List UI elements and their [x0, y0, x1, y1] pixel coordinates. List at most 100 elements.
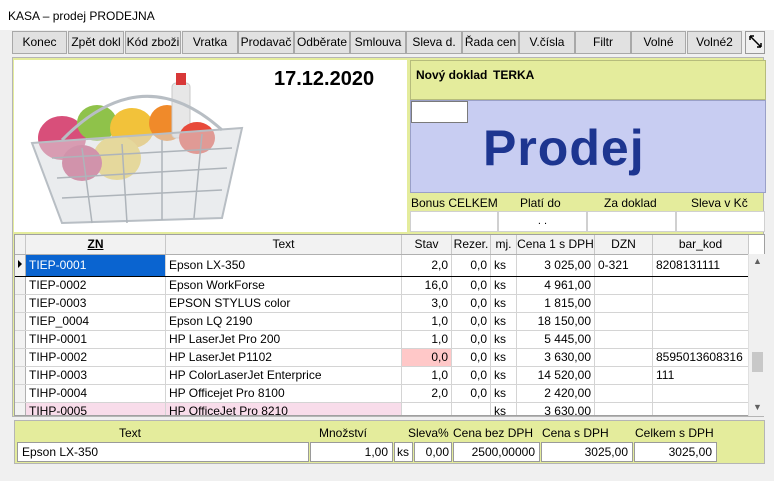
cell-mj[interactable]: ks [490, 276, 517, 295]
cell-stav[interactable]: 0,0 [401, 348, 452, 367]
volne-button[interactable]: Volné [631, 31, 686, 54]
resize-button[interactable] [745, 31, 765, 54]
cell-bar-kod[interactable] [652, 330, 749, 349]
detail-sleva-field[interactable]: 0,00 [414, 442, 452, 462]
cell-cena[interactable]: 3 025,00 [516, 253, 595, 277]
cell-stav[interactable]: 2,0 [401, 253, 452, 277]
table-row[interactable]: TIEP-0003 EPSON STYLUS color 3,0 0,0 ks … [15, 294, 749, 313]
cell-cena[interactable]: 4 961,00 [516, 276, 595, 295]
cell-bar-kod[interactable]: 8208131111 [652, 253, 749, 277]
cell-rezer[interactable]: 0,0 [451, 312, 491, 331]
cell-rezer[interactable]: 0,0 [451, 348, 491, 367]
cell-stav[interactable]: 1,0 [401, 366, 452, 385]
cell-dzn[interactable] [594, 330, 653, 349]
plati-do-field[interactable]: . . [498, 211, 587, 232]
code-input[interactable] [411, 101, 468, 123]
cell-mj[interactable]: ks [490, 366, 517, 385]
cell-cena[interactable]: 3 630,00 [516, 402, 595, 415]
cell-rezer[interactable] [451, 402, 491, 415]
cell-zn[interactable]: TIHP-0002 [25, 348, 166, 367]
cell-text[interactable]: Epson WorkForse [165, 276, 402, 295]
cell-dzn[interactable] [594, 312, 653, 331]
volne2-button[interactable]: Volné2 [687, 31, 742, 54]
cell-text[interactable]: HP ColorLaserJet Enterprice [165, 366, 402, 385]
cell-mj[interactable]: ks [490, 312, 517, 331]
cell-text[interactable]: Epson LQ 2190 [165, 312, 402, 331]
cell-dzn[interactable] [594, 366, 653, 385]
cell-mj[interactable]: ks [490, 294, 517, 313]
column-header-mj[interactable]: mj. [490, 235, 517, 255]
scroll-down-icon[interactable]: ▼ [753, 402, 762, 412]
cell-cena[interactable]: 1 815,00 [516, 294, 595, 313]
cell-dzn[interactable] [594, 384, 653, 403]
cell-text[interactable]: HP Officejet Pro 8100 [165, 384, 402, 403]
cell-stav[interactable]: 1,0 [401, 312, 452, 331]
smlouva-button[interactable]: Smlouva [350, 31, 406, 54]
cell-zn[interactable]: TIHP-0004 [25, 384, 166, 403]
cell-text[interactable]: EPSON STYLUS color [165, 294, 402, 313]
cell-zn[interactable]: TIEP-0001 [25, 253, 166, 277]
cell-cena[interactable]: 2 420,00 [516, 384, 595, 403]
grid-vertical-scrollbar[interactable]: ▲ ▼ [748, 254, 765, 416]
cell-dzn[interactable]: 0-321 [594, 253, 653, 277]
cell-stav[interactable]: 16,0 [401, 276, 452, 295]
cell-stav[interactable]: 3,0 [401, 294, 452, 313]
cell-stav[interactable] [401, 402, 452, 415]
table-row[interactable]: TIHP-0004 HP Officejet Pro 8100 2,0 0,0 … [15, 384, 749, 403]
cell-zn[interactable]: TIEP-0003 [25, 294, 166, 313]
cell-mj[interactable]: ks [490, 253, 517, 277]
table-row[interactable]: TIEP-0001 Epson LX-350 2,0 0,0 ks 3 025,… [15, 253, 749, 277]
cell-mj[interactable]: ks [490, 330, 517, 349]
detail-cena-bez-dph-field[interactable]: 2500,00000 [453, 442, 540, 462]
cell-zn[interactable]: TIHP-0001 [25, 330, 166, 349]
odberatel-button[interactable]: Odběrate [294, 31, 350, 54]
cell-text[interactable]: HP OfficeJet Pro 8210 [165, 402, 402, 415]
scroll-up-icon[interactable]: ▲ [753, 256, 762, 266]
vyrobni-cisla-button[interactable]: V.čísla [519, 31, 575, 54]
sleva-v-kc-field[interactable] [676, 211, 765, 232]
cell-stav[interactable]: 1,0 [401, 330, 452, 349]
cell-text[interactable]: HP LaserJet Pro 200 [165, 330, 402, 349]
table-row[interactable]: TIHP-0002 HP LaserJet P1102 0,0 0,0 ks 3… [15, 348, 749, 367]
cell-mj[interactable]: ks [490, 384, 517, 403]
table-row[interactable]: TIHP-0005 HP OfficeJet Pro 8210 ks 3 630… [15, 402, 749, 415]
za-doklad-field[interactable] [587, 211, 676, 232]
cell-zn[interactable]: TIHP-0005 [25, 402, 166, 415]
column-header-stav[interactable]: Stav [401, 235, 452, 255]
detail-cena-s-dph-field[interactable]: 3025,00 [541, 442, 633, 462]
cell-text[interactable]: HP LaserJet P1102 [165, 348, 402, 367]
cell-cena[interactable]: 5 445,00 [516, 330, 595, 349]
cell-mj[interactable]: ks [490, 348, 517, 367]
column-header-zn[interactable]: ZN [25, 235, 166, 255]
cell-rezer[interactable]: 0,0 [451, 276, 491, 295]
table-row[interactable]: TIEP-0002 Epson WorkForse 16,0 0,0 ks 4 … [15, 276, 749, 295]
rada-cen-button[interactable]: Řada cen [462, 31, 519, 54]
column-header-text[interactable]: Text [165, 235, 402, 255]
cell-zn[interactable]: TIHP-0003 [25, 366, 166, 385]
sleva-dokladu-button[interactable]: Sleva d. [406, 31, 462, 54]
cell-zn[interactable]: TIEP-0002 [25, 276, 166, 295]
column-header-dzn[interactable]: DZN [594, 235, 653, 255]
table-row[interactable]: TIHP-0003 HP ColorLaserJet Enterprice 1,… [15, 366, 749, 385]
cell-dzn[interactable] [594, 294, 653, 313]
cell-rezer[interactable]: 0,0 [451, 294, 491, 313]
cell-rezer[interactable]: 0,0 [451, 253, 491, 277]
scroll-thumb[interactable] [752, 352, 763, 372]
cell-zn[interactable]: TIEP_0004 [25, 312, 166, 331]
cell-bar-kod[interactable]: 111 [652, 366, 749, 385]
column-header-rezer[interactable]: Rezer. [451, 235, 491, 255]
konec-button[interactable]: Konec [12, 31, 67, 54]
prodavac-button[interactable]: Prodavač [238, 31, 294, 54]
cell-dzn[interactable] [594, 348, 653, 367]
cell-rezer[interactable]: 0,0 [451, 366, 491, 385]
cell-bar-kod[interactable] [652, 402, 749, 415]
cell-cena[interactable]: 18 150,00 [516, 312, 595, 331]
detail-text-field[interactable]: Epson LX-350 [17, 442, 309, 462]
detail-mnozstvi-field[interactable]: 1,00 [310, 442, 393, 462]
kod-zbozi-button[interactable]: Kód zboži [125, 31, 181, 54]
cell-cena[interactable]: 3 630,00 [516, 348, 595, 367]
table-row[interactable]: TIHP-0001 HP LaserJet Pro 200 1,0 0,0 ks… [15, 330, 749, 349]
bonus-celkem-field[interactable] [410, 211, 498, 232]
column-header-bar-kod[interactable]: bar_kod [652, 235, 749, 255]
cell-rezer[interactable]: 0,0 [451, 384, 491, 403]
